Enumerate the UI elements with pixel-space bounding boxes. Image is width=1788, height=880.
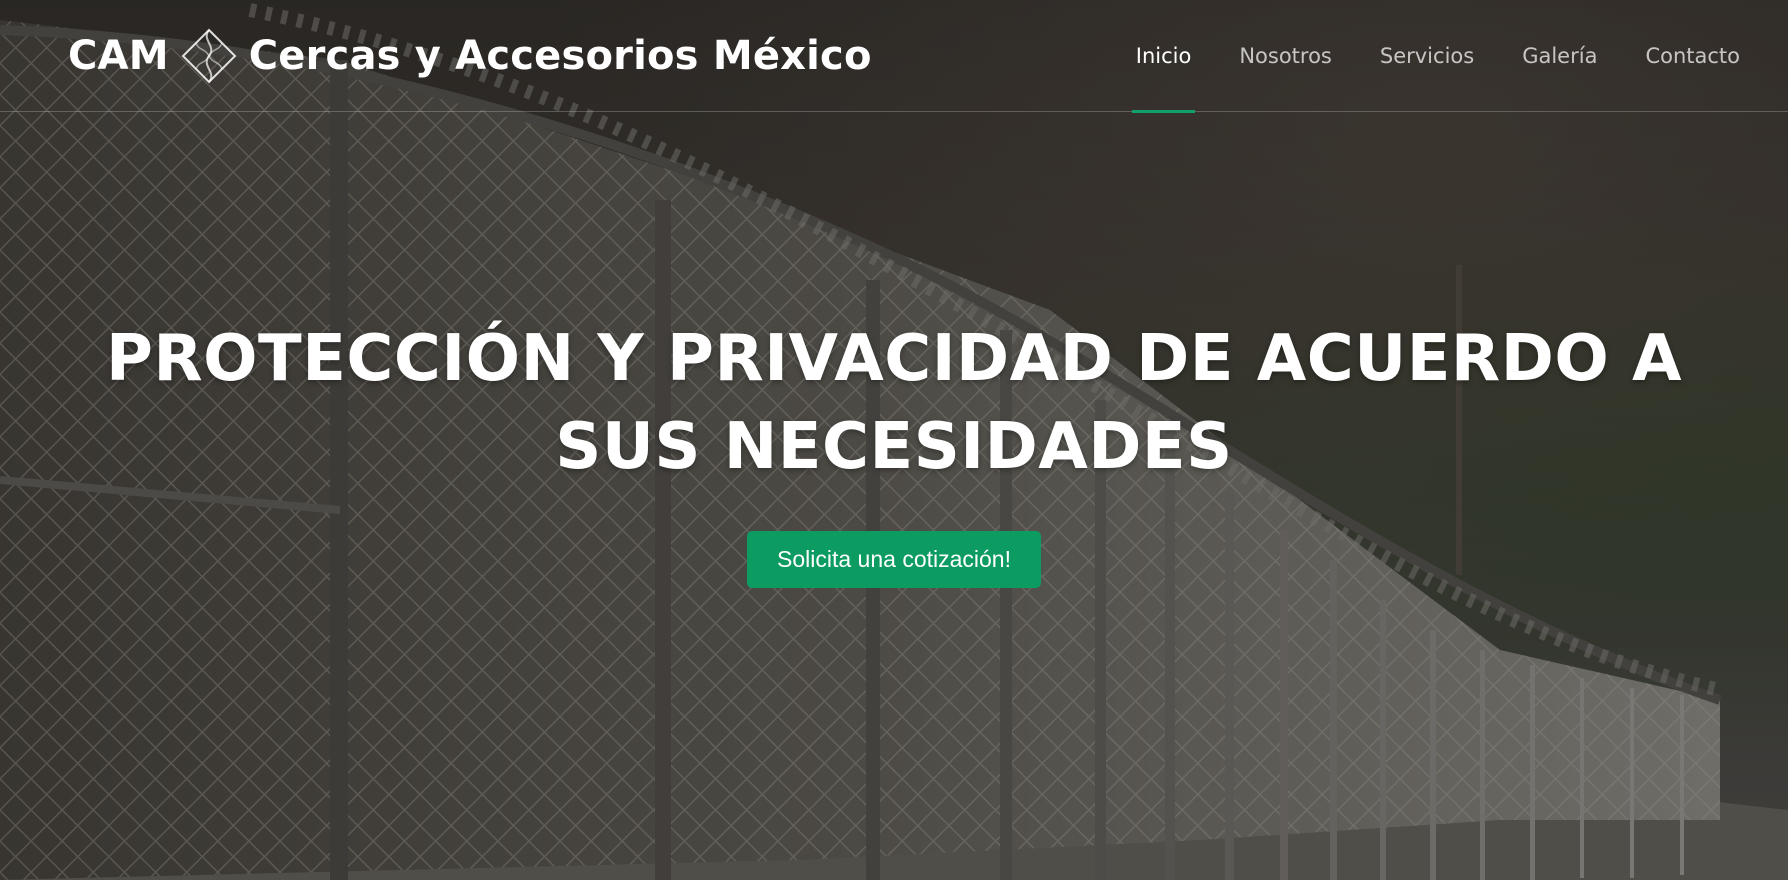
hero-section: CAM Cercas y Accesorios México Inicio No… <box>0 0 1788 880</box>
request-quote-button[interactable]: Solicita una cotización! <box>747 531 1041 588</box>
chain-link-diamond-icon <box>179 26 239 86</box>
brand-logo[interactable]: CAM Cercas y Accesorios México <box>68 26 872 86</box>
site-header: CAM Cercas y Accesorios México Inicio No… <box>0 0 1788 113</box>
nav-item-servicios[interactable]: Servicios <box>1380 0 1474 112</box>
hero-content: PROTECCIÓN Y PRIVACIDAD DE ACUERDO A SUS… <box>0 315 1788 588</box>
nav-item-inicio[interactable]: Inicio <box>1131 0 1195 113</box>
nav-item-contacto[interactable]: Contacto <box>1645 0 1740 112</box>
nav-item-nosotros[interactable]: Nosotros <box>1239 0 1332 112</box>
nav-item-galeria[interactable]: Galería <box>1522 0 1597 112</box>
hero-title: PROTECCIÓN Y PRIVACIDAD DE ACUERDO A SUS… <box>105 322 1683 484</box>
brand-name: Cercas y Accesorios México <box>248 32 872 79</box>
main-navigation: Inicio Nosotros Servicios Galería Contac… <box>1088 0 1740 113</box>
brand-prefix: CAM <box>68 32 169 79</box>
